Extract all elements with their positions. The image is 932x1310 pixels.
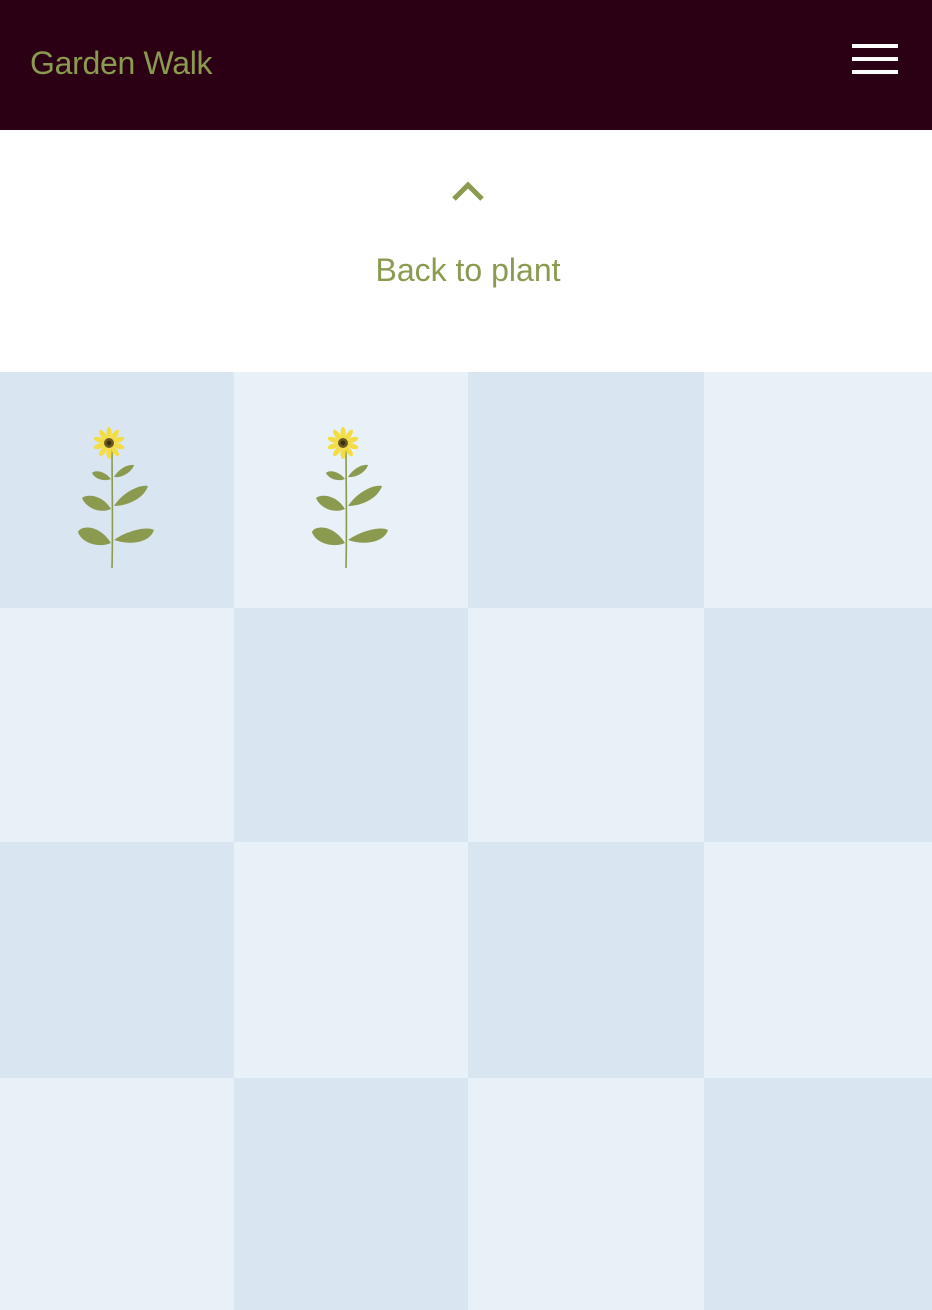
garden-cell-r4-c4[interactable]	[704, 1078, 932, 1310]
garden-cell-r3-c1[interactable]	[0, 842, 234, 1078]
back-to-plant-link[interactable]: Back to plant	[0, 250, 932, 290]
garden-cell-r2-c4[interactable]	[704, 608, 932, 842]
hamburger-menu-icon[interactable]	[852, 44, 898, 76]
top-nav-bar: Garden Walk	[0, 0, 932, 130]
garden-cell-r1-c2[interactable]	[234, 372, 468, 608]
brand-title[interactable]: Garden Walk	[30, 43, 213, 83]
garden-cell-r4-c2[interactable]	[234, 1078, 468, 1310]
garden-cell-r4-c1[interactable]	[0, 1078, 234, 1310]
garden-cell-r2-c3[interactable]	[468, 608, 704, 842]
menu-line	[852, 57, 898, 61]
garden-cell-r1-c4[interactable]	[704, 372, 932, 608]
garden-cell-r3-c3[interactable]	[468, 842, 704, 1078]
garden-cell-r2-c1[interactable]	[0, 608, 234, 842]
chevron-up-icon[interactable]	[451, 180, 485, 202]
sunflower-plant-icon	[312, 427, 388, 568]
garden-cell-r3-c4[interactable]	[704, 842, 932, 1078]
garden-cell-r2-c2[interactable]	[234, 608, 468, 842]
garden-cell-r1-c3[interactable]	[468, 372, 704, 608]
garden-cell-r4-c3[interactable]	[468, 1078, 704, 1310]
garden-cell-r1-c1[interactable]	[0, 372, 234, 608]
garden-cell-r3-c2[interactable]	[234, 842, 468, 1078]
sunflower-plant-icon	[78, 427, 154, 568]
garden-grid	[0, 372, 932, 1310]
menu-line	[852, 70, 898, 74]
menu-line	[852, 44, 898, 48]
back-section: Back to plant	[0, 130, 932, 372]
